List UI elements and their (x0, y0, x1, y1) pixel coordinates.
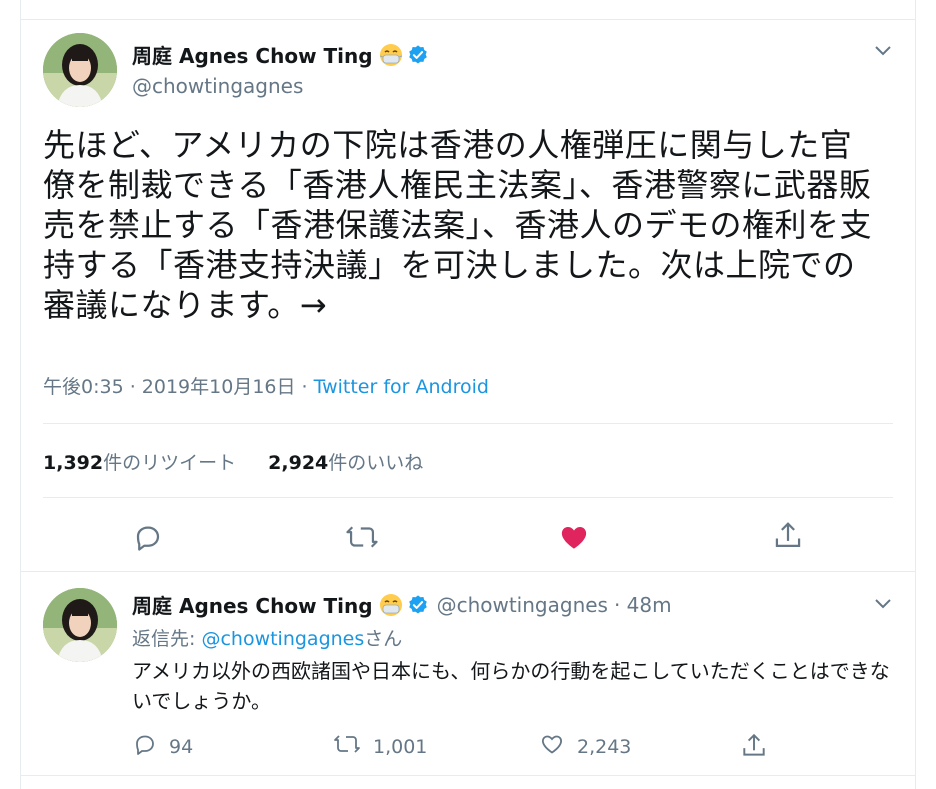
heart-icon (539, 732, 565, 761)
tweet-stats: 1,392件のリツイート 2,924件のいいね (43, 448, 449, 475)
reply-author-handle[interactable]: @chowtingagnes (437, 593, 608, 617)
reply-action[interactable]: 94 (133, 732, 193, 761)
mask-emoji-icon (379, 43, 403, 67)
top-divider (21, 19, 915, 20)
retweet-stat[interactable]: 1,392件のリツイート (43, 452, 236, 474)
verified-badge-icon (407, 44, 429, 66)
like-count: 2,243 (577, 735, 632, 758)
chevron-down-icon[interactable] (873, 597, 893, 611)
avatar[interactable] (43, 33, 117, 107)
retweet-stat-label: 件のリツイート (103, 452, 237, 474)
reply-author-name[interactable]: 周庭 Agnes Chow Ting (132, 590, 373, 619)
tweet-meta: 午後0:35 · 2019年10月16日 · Twitter for Andro… (43, 372, 489, 399)
tweet-text: 先ほど、アメリカの下院は香港の人権弾圧に関与した官僚を制裁できる「香港人権民主法… (43, 126, 873, 324)
reply-icon (133, 732, 157, 761)
reply-age[interactable]: · 48m (614, 593, 672, 617)
reply-to-suffix: さん (364, 628, 403, 650)
like-stat-label: 件のいいね (328, 452, 424, 474)
reply-mention-link[interactable]: @chowtingagnes (201, 628, 364, 650)
retweet-count: 1,392 (43, 452, 104, 474)
retweet-action[interactable]: 1,001 (333, 732, 427, 761)
author-name[interactable]: 周庭 Agnes Chow Ting (132, 40, 373, 69)
timeline-frame: 周庭 Agnes Chow Ting @chowtingagnes 先ほど、アメ… (20, 0, 916, 789)
tweet-divider (21, 571, 915, 572)
bottom-divider (21, 775, 915, 776)
chevron-down-icon[interactable] (873, 44, 893, 58)
share-icon[interactable] (773, 520, 803, 552)
reply-to-line: 返信先: @chowtingagnesさん (132, 624, 402, 651)
reply-text: アメリカ以外の西欧諸国や日本にも、何らかの行動を起こしていただくことはできないで… (132, 659, 890, 713)
author-handle[interactable]: @chowtingagnes (132, 74, 303, 98)
divider (43, 423, 893, 424)
author-row: 周庭 Agnes Chow Ting (132, 40, 429, 69)
reply-author-row: 周庭 Agnes Chow Ting @chowtingagnes · 48m (132, 590, 672, 619)
reply-count: 94 (169, 735, 194, 758)
share-icon[interactable] (741, 732, 767, 760)
mask-emoji-icon (379, 593, 403, 617)
retweet-icon[interactable] (345, 522, 379, 552)
reply-avatar[interactable] (43, 588, 117, 662)
reply-icon[interactable] (133, 522, 163, 552)
like-stat[interactable]: 2,924件のいいね (268, 452, 423, 474)
like-action[interactable]: 2,243 (539, 732, 631, 761)
divider (43, 497, 893, 498)
retweet-count: 1,001 (373, 735, 428, 758)
retweet-icon (333, 732, 361, 761)
heart-icon[interactable] (559, 522, 589, 552)
reply-to-prefix: 返信先: (132, 628, 202, 650)
tweet-timestamp[interactable]: 午後0:35 · 2019年10月16日 · (43, 376, 314, 398)
verified-badge-icon (407, 594, 429, 616)
like-count: 2,924 (268, 452, 329, 474)
tweet-source-link[interactable]: Twitter for Android (314, 376, 489, 398)
